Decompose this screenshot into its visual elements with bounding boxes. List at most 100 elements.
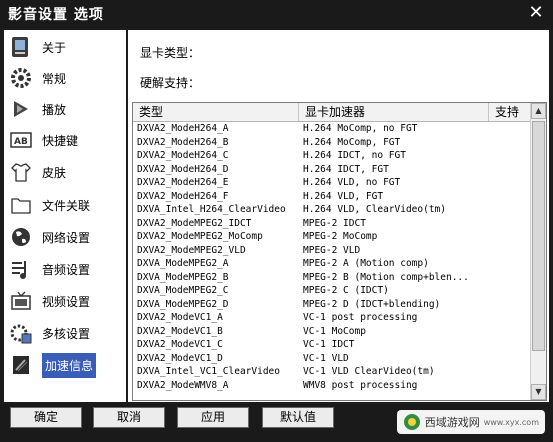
cell-accelerator: H.264 IDCT, no FGT [303, 150, 406, 161]
content-panel: 显卡类型： 硬解支持： 类型 显卡加速器 支持 DXVA2_ModeH264_A… [128, 30, 549, 402]
sidebar-item-label: 音频设置 [42, 262, 91, 277]
sidebar-item-network[interactable]: 网络设置 [4, 222, 126, 252]
cell-accelerator: VC-1 VLD ClearVideo(tm) [303, 366, 435, 377]
cell-type: DXVA2_ModeH264_D [137, 163, 229, 175]
scroll-down-icon[interactable]: ▼ [531, 384, 546, 400]
cell-type: DXVA_ModeMPEG2_C [137, 285, 229, 296]
cell-type: DXVA2_ModeMPEG2_IDCT [137, 217, 252, 229]
table-row[interactable]: DXVA2_ModeH264_A H.264 MoComp, no FGT [133, 122, 531, 136]
cell-accelerator: MPEG-2 A (Motion comp) [303, 258, 429, 269]
window-title: 影音设置 选项 [8, 7, 104, 23]
table-row[interactable]: DXVA2_ModeH264_B H.264 MoComp, FGT [133, 136, 531, 150]
sidebar: 关于 常规 播放 AB 快捷键 皮肤 文件关联 网络设置 音频设置 视频设置 多… [4, 30, 126, 402]
globe-icon [8, 224, 34, 250]
sidebar-item-label: 加速信息 [42, 352, 97, 378]
table-row[interactable]: DXVA2_ModeVC1_D VC-1 VLD [133, 352, 531, 366]
cancel-button[interactable]: 取消 [93, 407, 165, 428]
hw-decode-label: 硬解支持： [140, 76, 201, 90]
table-row[interactable]: DXVA2_ModeH264_E H.264 VLD, no FGT [133, 176, 531, 190]
accelerate-icon [8, 352, 34, 378]
cell-accelerator: MPEG-2 MoComp [303, 231, 378, 242]
sidebar-item-skin[interactable]: 皮肤 [4, 157, 126, 187]
cell-type: DXVA2_ModeH264_B [137, 136, 229, 148]
play-icon [8, 96, 34, 122]
folder-icon [8, 192, 34, 218]
table-row[interactable]: DXVA_ModeMPEG2_B MPEG-2 B (Motion comp+bl… [133, 271, 531, 285]
watermark-sub: www.xyx.com [483, 417, 539, 427]
sidebar-item-acceleration[interactable]: 加速信息 [4, 350, 126, 380]
sidebar-item-hotkeys[interactable]: AB 快捷键 [4, 125, 126, 155]
cell-type: DXVA2_ModeWMV8_A [137, 379, 229, 391]
multicore-icon [8, 320, 34, 346]
vertical-scrollbar[interactable]: ▲ ▼ [530, 103, 546, 400]
cell-accelerator: H.264 IDCT, FGT [303, 163, 389, 175]
table-row[interactable]: DXVA2_ModeH264_F H.264 VLD, FGT [133, 190, 531, 204]
table-row[interactable]: DXVA_Intel_H264_ClearVideo H.264 VLD, Cle… [133, 203, 531, 217]
cell-type: DXVA2_ModeVC1_C [137, 339, 223, 350]
table-row[interactable]: DXVA_ModeMPEG2_D MPEG-2 D (IDCT+blending) [133, 298, 531, 312]
cell-accelerator: VC-1 post processing [303, 312, 418, 323]
cell-type: DXVA2_ModeH264_C [137, 150, 229, 161]
table-body: DXVA2_ModeH264_A H.264 MoComp, no FGT DXVA… [133, 122, 531, 392]
about-icon [8, 34, 34, 60]
sidebar-item-multicore[interactable]: 多核设置 [4, 318, 126, 348]
sidebar-item-label: 文件关联 [42, 198, 91, 213]
cell-accelerator: VC-1 IDCT [303, 339, 355, 350]
table-row[interactable]: DXVA2_ModeMPEG2_MoComp MPEG-2 MoComp [133, 230, 531, 244]
cell-accelerator: H.264 VLD, no FGT [303, 177, 401, 188]
column-header-type[interactable]: 类型 [133, 103, 299, 121]
sidebar-item-label: 关于 [42, 40, 67, 55]
sidebar-item-label: 播放 [42, 102, 67, 117]
sidebar-item-label: 视频设置 [42, 294, 91, 309]
cell-accelerator: H.264 MoComp, no FGT [303, 123, 418, 134]
cell-type: DXVA_ModeMPEG2_D [137, 298, 229, 310]
cell-type: DXVA2_ModeVC1_B [137, 325, 223, 337]
close-icon[interactable]: ✕ [525, 3, 547, 23]
sidebar-item-file-assoc[interactable]: 文件关联 [4, 190, 126, 220]
table-row[interactable]: DXVA2_ModeH264_C H.264 IDCT, no FGT [133, 149, 531, 163]
ok-button[interactable]: 确定 [10, 407, 82, 428]
table-row[interactable]: DXVA_ModeMPEG2_C MPEG-2 C (IDCT) [133, 284, 531, 298]
audio-icon [8, 256, 34, 282]
table-row[interactable]: DXVA2_ModeVC1_A VC-1 post processing [133, 311, 531, 325]
sidebar-item-label: 快捷键 [42, 133, 79, 148]
sidebar-item-label: 常规 [42, 71, 67, 86]
sidebar-item-video[interactable]: 视频设置 [4, 286, 126, 316]
sidebar-item-label: 皮肤 [42, 165, 67, 180]
gear-icon [8, 65, 34, 91]
cell-type: DXVA_Intel_H264_ClearVideo [137, 204, 286, 215]
table-header: 类型 显卡加速器 支持 [133, 103, 531, 122]
column-header-accelerator[interactable]: 显卡加速器 [299, 103, 489, 121]
default-button[interactable]: 默认值 [262, 407, 334, 428]
sidebar-item-audio[interactable]: 音频设置 [4, 254, 126, 284]
sidebar-item-about[interactable]: 关于 [4, 32, 126, 62]
apply-button[interactable]: 应用 [177, 407, 249, 428]
table-row[interactable]: DXVA2_ModeVC1_C VC-1 IDCT [133, 338, 531, 352]
sidebar-item-general[interactable]: 常规 [4, 63, 126, 93]
column-header-support[interactable]: 支持 [489, 103, 531, 121]
cell-accelerator: MPEG-2 IDCT [303, 217, 366, 229]
table-row[interactable]: DXVA_Intel_VC1_ClearVideo VC-1 VLD ClearV… [133, 365, 531, 379]
table-row[interactable]: DXVA2_ModeMPEG2_VLD MPEG-2 VLD [133, 244, 531, 258]
table-row[interactable]: DXVA2_ModeVC1_B VC-1 MoComp [133, 325, 531, 339]
tv-icon [8, 288, 34, 314]
cell-accelerator: H.264 VLD, FGT [303, 190, 384, 202]
sidebar-item-playback[interactable]: 播放 [4, 94, 126, 124]
table-row[interactable]: DXVA2_ModeH264_D H.264 IDCT, FGT [133, 163, 531, 177]
cell-type: DXVA2_ModeH264_F [137, 190, 229, 202]
table-row[interactable]: DXVA2_ModeWMV8_A WMV8 post processing [133, 379, 531, 393]
cell-type: DXVA_ModeMPEG2_B [137, 271, 229, 283]
table-row[interactable]: DXVA_ModeMPEG2_A MPEG-2 A (Motion comp) [133, 257, 531, 271]
cell-accelerator: MPEG-2 C (IDCT) [303, 285, 389, 296]
cell-accelerator: MPEG-2 B (Motion comp+blen... [303, 271, 469, 283]
cell-type: DXVA2_ModeH264_A [137, 123, 229, 134]
scroll-up-icon[interactable]: ▲ [531, 103, 546, 119]
table-row[interactable]: DXVA2_ModeMPEG2_IDCT MPEG-2 IDCT [133, 217, 531, 231]
svg-text:AB: AB [14, 137, 28, 147]
scroll-thumb[interactable] [532, 121, 545, 351]
cell-type: DXVA_Intel_VC1_ClearVideo [137, 366, 280, 377]
sidebar-item-label: 网络设置 [42, 230, 91, 245]
cell-type: DXVA2_ModeVC1_A [137, 312, 223, 323]
gpu-type-label: 显卡类型： [140, 46, 201, 60]
cell-type: DXVA2_ModeMPEG2_VLD [137, 244, 246, 256]
